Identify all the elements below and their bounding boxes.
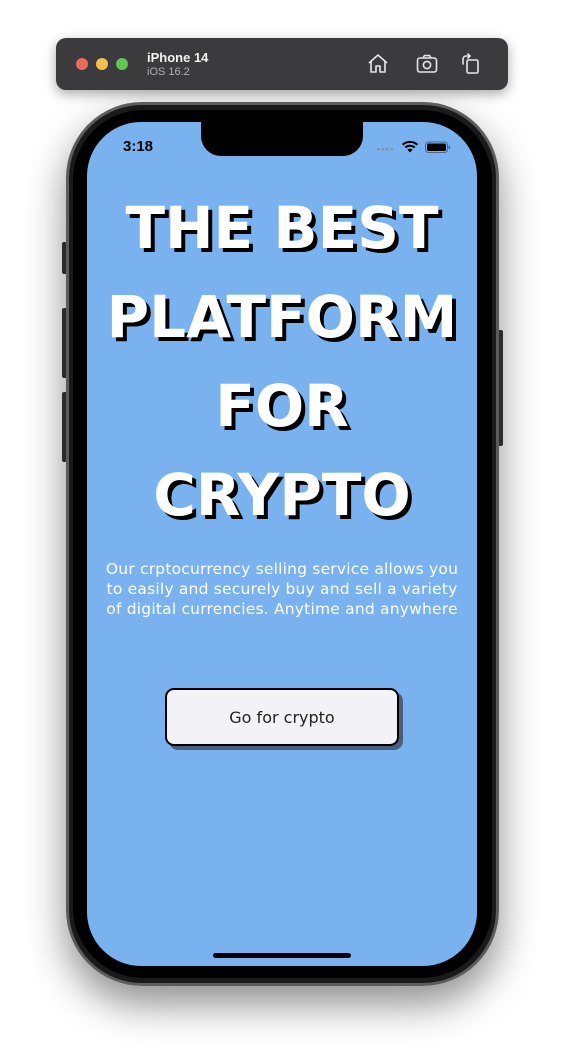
hero-description: Our crptocurrency selling service allows…: [105, 560, 459, 618]
device-name: iPhone 14: [147, 50, 209, 65]
rotate-icon[interactable]: [459, 52, 483, 76]
cta-container: Go for crypto: [165, 688, 403, 750]
headline-line: THE BEST: [125, 194, 439, 262]
phone-screen: 3:18 THE BEST PLATFORM FOR CRYPTO Our cr…: [87, 122, 477, 966]
window-close-button[interactable]: [76, 58, 88, 70]
headline-line: PLATFORM: [106, 283, 458, 351]
home-icon[interactable]: [366, 52, 390, 76]
screenshot-icon[interactable]: [415, 52, 439, 76]
go-for-crypto-button[interactable]: Go for crypto: [165, 688, 399, 746]
wifi-icon: [401, 140, 419, 153]
headline-line: CRYPTO: [153, 461, 411, 529]
status-time: 3:18: [123, 138, 154, 155]
home-indicator[interactable]: [213, 953, 351, 958]
hero-headline: THE BEST PLATFORM FOR CRYPTO: [87, 184, 477, 540]
window-minimize-button[interactable]: [96, 58, 108, 70]
simulator-toolbar: iPhone 14 iOS 16.2: [56, 38, 508, 90]
signal-icon: [377, 148, 393, 151]
headline-line: FOR: [215, 372, 349, 440]
device-os-version: iOS 16.2: [147, 66, 190, 78]
status-icons: [377, 140, 457, 154]
dynamic-notch: [201, 122, 363, 156]
window-maximize-button[interactable]: [116, 58, 128, 70]
battery-icon: [425, 141, 451, 153]
